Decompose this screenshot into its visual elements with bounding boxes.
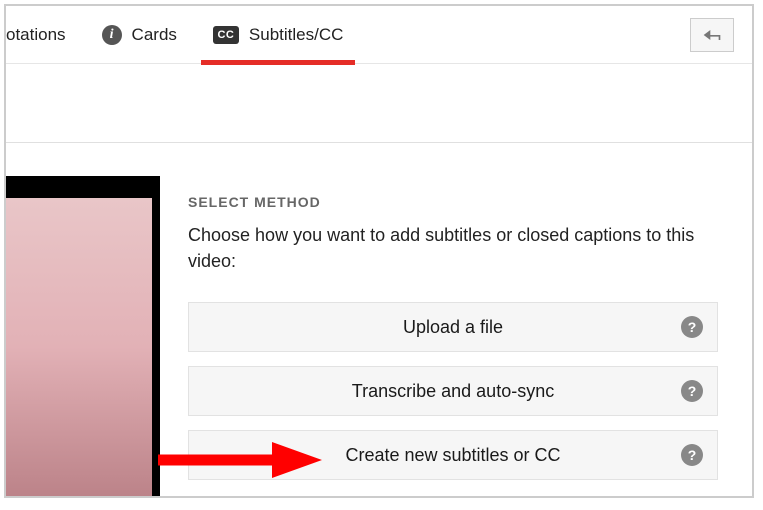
help-icon[interactable]: ? (681, 380, 703, 402)
method-create-new-subtitles[interactable]: Create new subtitles or CC ? (188, 430, 718, 480)
reply-arrow-icon (702, 28, 722, 42)
method-label: Transcribe and auto-sync (352, 381, 554, 402)
method-label: Upload a file (403, 317, 503, 338)
method-upload-file[interactable]: Upload a file ? (188, 302, 718, 352)
tab-annotations[interactable]: otations (6, 6, 84, 63)
info-icon: i (102, 25, 122, 45)
method-label: Create new subtitles or CC (345, 445, 560, 466)
tab-bar: otations i Cards CC Subtitles/CC (6, 6, 752, 64)
tab-subtitles[interactable]: CC Subtitles/CC (195, 6, 361, 63)
thumbnail-image (6, 198, 152, 496)
divider (6, 142, 752, 143)
method-transcribe-auto-sync[interactable]: Transcribe and auto-sync ? (188, 366, 718, 416)
cc-icon: CC (213, 26, 239, 44)
content-area: SELECT METHOD Choose how you want to add… (6, 176, 752, 496)
tab-subtitles-label: Subtitles/CC (249, 25, 343, 45)
back-button[interactable] (690, 18, 734, 52)
help-icon[interactable]: ? (681, 316, 703, 338)
tab-cards[interactable]: i Cards (84, 6, 195, 63)
section-heading: SELECT METHOD (188, 194, 718, 210)
tab-annotations-label: otations (6, 25, 66, 45)
section-description: Choose how you want to add subtitles or … (188, 222, 718, 274)
tab-cards-label: Cards (132, 25, 177, 45)
video-thumbnail (6, 176, 160, 496)
help-icon[interactable]: ? (681, 444, 703, 466)
